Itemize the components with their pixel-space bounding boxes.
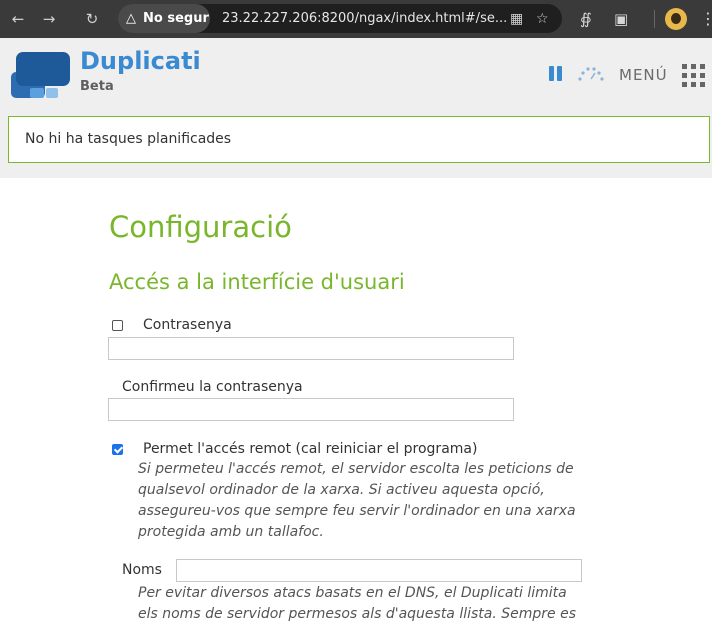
back-arrow-icon[interactable]: ← (8, 9, 28, 29)
status-text: No hi ha tasques planificades (25, 131, 232, 147)
remote-access-hint: Si permeteu l'accés remot, el servidor e… (138, 461, 576, 540)
translate-icon[interactable]: ▦ (510, 9, 523, 29)
forward-arrow-icon[interactable]: → (39, 9, 59, 29)
browser-toolbar: ← → ↻ △ No segur 23.22.227.206:8200/ngax… (0, 0, 712, 38)
confirm-password-field[interactable] (108, 398, 514, 421)
url-text[interactable]: 23.22.227.206:8200/ngax/index.html#/se..… (222, 4, 507, 33)
warning-icon: △ (126, 11, 136, 26)
kebab-menu-icon[interactable]: ⋮ (700, 9, 712, 28)
throttle-icon[interactable] (577, 65, 605, 83)
remote-access-checkbox[interactable] (112, 444, 123, 455)
apps-grid-icon[interactable] (681, 63, 705, 87)
profile-avatar[interactable] (665, 8, 687, 30)
duplicati-logo[interactable] (10, 48, 72, 100)
password-label: Contrasenya (143, 317, 232, 333)
security-chip[interactable]: △ No segur (118, 4, 210, 33)
app-tag: Beta (80, 79, 114, 94)
security-label: No segur (143, 11, 209, 26)
hostnames-hint: Per evitar diversos atacs basats en el D… (138, 585, 577, 622)
menu-label[interactable]: MENÚ (619, 65, 668, 85)
reload-icon[interactable]: ↻ (82, 9, 102, 29)
remote-access-label: Permet l'accés remot (cal reiniciar el p… (143, 441, 478, 457)
address-bar[interactable]: △ No segur 23.22.227.206:8200/ngax/index… (118, 4, 562, 33)
extension-icon[interactable]: ∯ (580, 9, 592, 29)
hostnames-label: Noms (122, 562, 162, 578)
confirm-password-label: Confirmeu la contrasenya (122, 379, 303, 395)
app-header: Duplicati Beta MENÚ (0, 38, 712, 104)
page-title: Configuració (109, 210, 292, 244)
password-checkbox[interactable] (112, 320, 123, 331)
toolbar-divider (654, 10, 655, 28)
pause-icon[interactable] (549, 66, 565, 82)
section-title: Accés a la interfície d'usuari (109, 270, 405, 294)
status-bar: No hi ha tasques planificades (8, 116, 710, 163)
star-icon[interactable]: ☆ (536, 9, 549, 29)
puzzle-icon[interactable]: ▣ (614, 9, 628, 29)
hostnames-field[interactable] (176, 559, 582, 582)
password-field[interactable] (108, 337, 514, 360)
app-name[interactable]: Duplicati (80, 46, 201, 76)
